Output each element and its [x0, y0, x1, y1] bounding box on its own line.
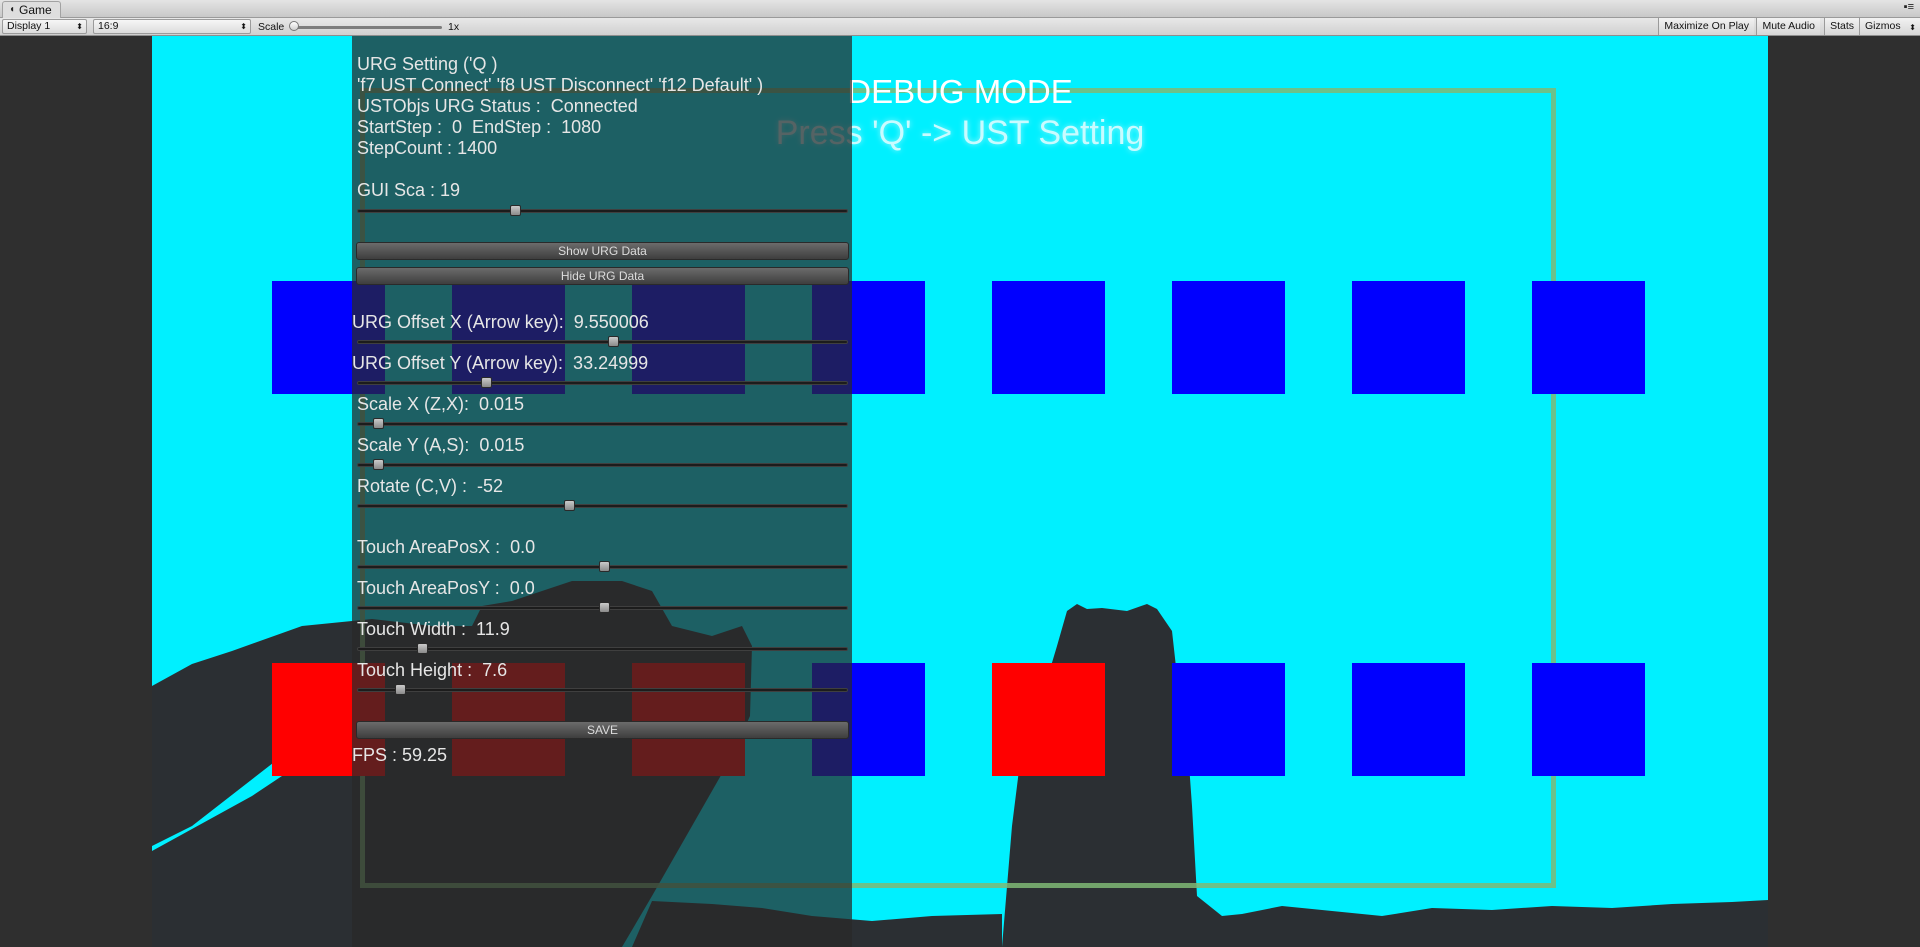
- game-tab-label: Game: [19, 3, 52, 17]
- gui-scale-slider[interactable]: [357, 205, 848, 216]
- touch-pos-y-label: Touch AreaPosY : 0.0: [357, 578, 535, 598]
- display-select[interactable]: Display 1 ⬍: [2, 19, 87, 34]
- touch-pos-x-thumb[interactable]: [599, 561, 610, 572]
- panel-hotkeys: 'f7 UST Connect' 'f8 UST Disconnect' 'f1…: [357, 75, 764, 95]
- top-touch-cell: [1532, 281, 1645, 394]
- scale-y-slider[interactable]: [357, 459, 848, 470]
- display-select-value: Display 1: [7, 20, 51, 32]
- bottom-touch-cell: [1532, 663, 1645, 776]
- top-touch-cell: [1352, 281, 1465, 394]
- touch-height-label: Touch Height : 7.6: [357, 660, 508, 680]
- save-button[interactable]: SAVE: [356, 721, 849, 739]
- mute-audio-button[interactable]: Mute Audio: [1756, 18, 1820, 35]
- dropdown-arrow-icon: ⬍: [76, 22, 83, 31]
- scale-x-label: Scale X (Z,X): 0.015: [357, 394, 525, 414]
- scale-slider-track[interactable]: [292, 26, 442, 29]
- urg-step-count: StepCount : 1400: [357, 138, 498, 158]
- scale-x-thumb[interactable]: [373, 418, 384, 429]
- hide-urg-data-button[interactable]: Hide URG Data: [356, 267, 849, 285]
- gizmos-button[interactable]: Gizmos ⬍: [1859, 18, 1920, 35]
- scale-value: 1x: [448, 21, 460, 33]
- show-urg-data-button[interactable]: Show URG Data: [356, 242, 849, 260]
- offset-y-thumb[interactable]: [481, 377, 492, 388]
- scale-y-label: Scale Y (A,S): 0.015: [357, 435, 525, 455]
- touch-width-thumb[interactable]: [417, 643, 428, 654]
- rotate-label: Rotate (C,V) : -52: [357, 476, 504, 496]
- bottom-touch-cell: [992, 663, 1105, 776]
- scale-x-slider[interactable]: [357, 418, 848, 429]
- bottom-touch-cell: [1172, 663, 1285, 776]
- scale-slider-thumb[interactable]: [289, 21, 299, 31]
- dropdown-arrow-icon: ⬍: [240, 22, 247, 31]
- rotate-slider[interactable]: [357, 500, 848, 511]
- top-touch-cell: [992, 281, 1105, 394]
- game-toolbar: Display 1 ⬍ 16:9 ⬍ Scale 1x Maximize On …: [0, 18, 1920, 36]
- tab-menu-icon[interactable]: ▪≡: [1904, 1, 1914, 13]
- touch-pos-x-label: Touch AreaPosX : 0.0: [357, 537, 536, 557]
- touch-height-slider[interactable]: [357, 684, 848, 695]
- touch-pos-y-thumb[interactable]: [599, 602, 610, 613]
- top-touch-cell: [1172, 281, 1285, 394]
- bottom-touch-cell: [1352, 663, 1465, 776]
- offset-x-slider[interactable]: [357, 336, 848, 347]
- gizmos-label: Gizmos: [1865, 20, 1901, 32]
- pacman-icon: ◖: [9, 4, 16, 15]
- offset-x-label: URG Offset X (Arrow key): 9.550006: [352, 312, 649, 332]
- urg-steps: StartStep : 0 EndStep : 1080: [357, 117, 602, 137]
- game-tab[interactable]: ◖ Game: [2, 1, 61, 18]
- offset-y-slider[interactable]: [357, 377, 848, 388]
- window-tab-bar: ◖ Game ▪≡: [0, 0, 1920, 18]
- offset-y-label: URG Offset Y (Arrow key): 33.24999: [352, 353, 649, 373]
- gui-scale-label: GUI Sca : 19: [357, 180, 461, 200]
- offset-x-thumb[interactable]: [608, 336, 619, 347]
- panel-title: URG Setting ('Q ): [357, 54, 498, 74]
- urg-settings-controls: URG Setting ('Q ) 'f7 UST Connect' 'f8 U…: [205, 36, 865, 947]
- rotate-thumb[interactable]: [564, 500, 575, 511]
- game-viewport: DEBUG MODE Press 'Q' -> UST Setting URG …: [0, 36, 1920, 947]
- touch-pos-y-slider[interactable]: [357, 602, 848, 613]
- maximize-on-play-button[interactable]: Maximize On Play: [1658, 18, 1754, 35]
- gui-scale-thumb[interactable]: [510, 205, 521, 216]
- dropdown-arrow-icon: ⬍: [1909, 23, 1916, 32]
- scale-label: Scale: [258, 21, 285, 33]
- stats-button[interactable]: Stats: [1824, 18, 1859, 35]
- aspect-select[interactable]: 16:9 ⬍: [93, 19, 251, 34]
- touch-width-label: Touch Width : 11.9: [357, 619, 510, 639]
- urg-status: USTObjs URG Status : Connected: [357, 96, 638, 116]
- touch-pos-x-slider[interactable]: [357, 561, 848, 572]
- aspect-select-value: 16:9: [98, 20, 119, 32]
- touch-height-thumb[interactable]: [395, 684, 406, 695]
- touch-width-slider[interactable]: [357, 643, 848, 654]
- scale-y-thumb[interactable]: [373, 459, 384, 470]
- fps-counter: FPS : 59.25: [352, 745, 448, 765]
